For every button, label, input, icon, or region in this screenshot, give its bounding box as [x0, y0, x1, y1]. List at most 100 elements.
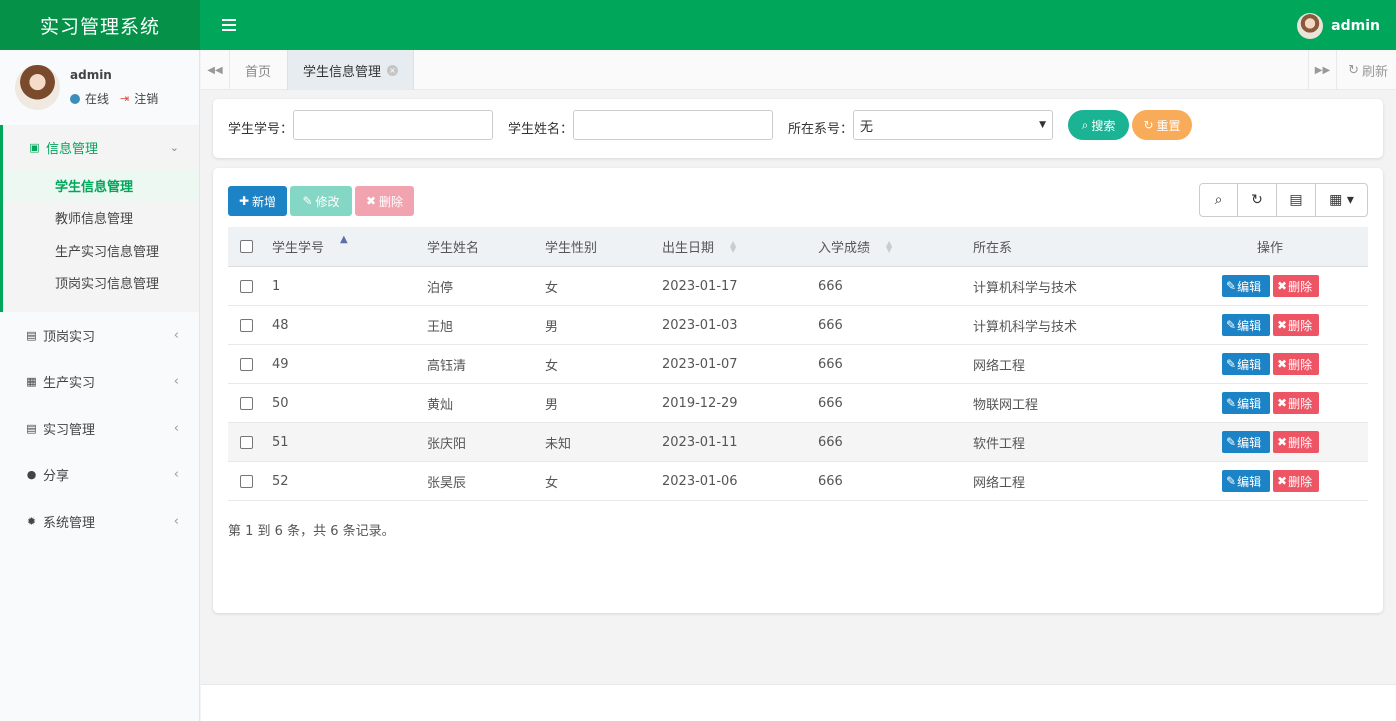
- logout-link[interactable]: 注销: [134, 90, 158, 107]
- sidebar-item-share[interactable]: ● 分享 ‹: [0, 452, 199, 499]
- row-delete-button[interactable]: ✖ 删除: [1273, 275, 1319, 297]
- cell-score: 666: [818, 278, 843, 294]
- col-gender: 学生性别: [545, 241, 598, 256]
- tab-student-info[interactable]: 学生信息管理 ×: [287, 50, 415, 90]
- row-delete-button[interactable]: ✖ 删除: [1273, 470, 1319, 492]
- nav-label: 分享: [43, 469, 70, 485]
- sort-icon[interactable]: ▲ ▼: [730, 240, 736, 254]
- row-delete-button[interactable]: ✖ 删除: [1273, 353, 1319, 375]
- tab-scroll-right-icon[interactable]: ▶▶: [1308, 50, 1337, 90]
- row-delete-label: 删除: [1288, 435, 1313, 450]
- refresh-button[interactable]: ↻ 刷新: [1348, 50, 1388, 90]
- chevron-left-icon: ‹: [173, 374, 179, 390]
- delete-button[interactable]: ✖ 删除: [355, 186, 414, 216]
- cell-student-name: 黄灿: [427, 397, 454, 413]
- row-actions: ✎ 编辑 ✖ 删除: [1222, 353, 1319, 375]
- refresh-icon[interactable]: ↻: [1238, 184, 1277, 216]
- dept-label: 所在系号：: [788, 122, 854, 137]
- cell-gender: 女: [545, 475, 559, 491]
- select-all-checkbox[interactable]: [240, 240, 253, 253]
- cell-score: 666: [818, 473, 843, 489]
- sidebar-item-system-management[interactable]: ✹ 系统管理 ‹: [0, 498, 199, 545]
- col-score[interactable]: 入学成绩: [818, 237, 870, 256]
- user-menu[interactable]: admin: [1297, 13, 1380, 39]
- nav-head-info-management[interactable]: ▣ 信息管理 ⌄: [3, 125, 199, 169]
- row-actions: ✎ 编辑 ✖ 删除: [1222, 275, 1319, 297]
- table-row: 48 王旭 男 2023-01-03 666 计算机科学与技术 ✎ 编辑 ✖ 删除: [228, 306, 1368, 345]
- sidebar: admin 在线 ⇥ 注销 ▣ 信息管理 ⌄ 学生信息管理 教师信息管理 生产实…: [0, 50, 200, 721]
- row-delete-button[interactable]: ✖ 删除: [1273, 314, 1319, 336]
- columns-icon[interactable]: ▦ ▾: [1316, 184, 1367, 216]
- logout-icon[interactable]: ⇥: [120, 92, 129, 105]
- col-dept: 所在系: [973, 241, 1013, 256]
- row-checkbox[interactable]: [240, 279, 253, 293]
- row-edit-label: 编辑: [1237, 474, 1262, 489]
- sidebar-item-placement-internship[interactable]: ▤ 顶岗实习 ‹: [0, 312, 199, 359]
- sort-icon[interactable]: ▲ ▼: [886, 240, 892, 254]
- cell-dept: 物联网工程: [973, 397, 1039, 413]
- cell-student-name: 王旭: [427, 319, 454, 335]
- edit-icon: ✎: [1226, 357, 1237, 371]
- sidebar-item-production-internship[interactable]: ▦ 生产实习 ‹: [0, 359, 199, 406]
- edit-button[interactable]: ✎ 修改: [290, 186, 352, 216]
- chevron-left-icon: ‹: [173, 467, 179, 483]
- row-actions: ✎ 编辑 ✖ 删除: [1222, 431, 1319, 453]
- col-birth[interactable]: 出生日期: [662, 237, 714, 256]
- student-no-input[interactable]: [293, 110, 493, 140]
- tab-scroll-left-icon[interactable]: ◀◀: [201, 50, 230, 90]
- row-edit-button[interactable]: ✎ 编辑: [1222, 392, 1270, 414]
- cell-student-no: 51: [272, 434, 289, 450]
- row-delete-button[interactable]: ✖ 删除: [1273, 392, 1319, 414]
- col-student-name: 学生姓名: [427, 241, 480, 256]
- search-button[interactable]: ⌕ 搜索: [1068, 110, 1129, 140]
- times-icon: ✖: [1277, 318, 1288, 332]
- table-row: 51 张庆阳 未知 2023-01-11 666 软件工程 ✎ 编辑 ✖ 删除: [228, 423, 1368, 462]
- row-delete-label: 删除: [1288, 318, 1313, 333]
- close-icon[interactable]: ×: [387, 64, 399, 76]
- sidebar-item-internship-management[interactable]: ▤ 实习管理 ‹: [0, 405, 199, 452]
- row-edit-label: 编辑: [1237, 318, 1262, 333]
- cell-gender: 男: [545, 319, 559, 335]
- row-checkbox[interactable]: [240, 318, 253, 332]
- row-checkbox[interactable]: [240, 474, 253, 488]
- student-name-input[interactable]: [573, 110, 773, 140]
- tab-home[interactable]: 首页: [230, 50, 286, 90]
- add-button[interactable]: ✚ 新增: [228, 186, 287, 216]
- row-edit-label: 编辑: [1237, 435, 1262, 450]
- edit-button-label: 修改: [315, 194, 340, 209]
- row-delete-button[interactable]: ✖ 删除: [1273, 431, 1319, 453]
- search-icon: ⌕: [1081, 117, 1089, 132]
- times-icon: ✖: [1277, 396, 1288, 410]
- cell-birth: 2023-01-17: [662, 278, 738, 294]
- contact-book-icon: ▣: [29, 140, 40, 154]
- online-dot-icon: [70, 93, 80, 104]
- reset-button[interactable]: ↻ 重置: [1132, 110, 1192, 140]
- sort-asc-icon[interactable]: ▲: [340, 235, 348, 245]
- row-delete-label: 删除: [1288, 279, 1313, 294]
- menu-toggle-icon[interactable]: [222, 14, 244, 36]
- app-logo: 实习管理系统: [0, 0, 200, 50]
- nav-label: 生产实习: [43, 376, 96, 392]
- sidebar-item-teacher-info[interactable]: 教师信息管理: [3, 202, 199, 235]
- search-icon[interactable]: ⌕: [1200, 184, 1238, 216]
- avatar: [1297, 13, 1324, 39]
- row-edit-button[interactable]: ✎ 编辑: [1222, 275, 1270, 297]
- dept-select[interactable]: 无 ▼: [853, 110, 1053, 140]
- row-edit-button[interactable]: ✎ 编辑: [1222, 314, 1270, 336]
- refresh-icon: ↻: [1348, 62, 1359, 78]
- col-student-no[interactable]: 学生学号: [272, 237, 324, 256]
- sidebar-item-student-info[interactable]: 学生信息管理: [3, 169, 199, 202]
- row-checkbox[interactable]: [240, 435, 253, 449]
- cell-gender: 女: [545, 358, 559, 374]
- list-icon[interactable]: ▤: [1277, 184, 1316, 216]
- row-edit-button[interactable]: ✎ 编辑: [1222, 470, 1270, 492]
- row-checkbox[interactable]: [240, 396, 253, 410]
- edit-icon: ✎: [1226, 396, 1237, 410]
- chevron-down-icon: ⌄: [169, 140, 179, 154]
- sidebar-item-placement-internship-info[interactable]: 顶岗实习信息管理: [3, 267, 199, 300]
- row-edit-button[interactable]: ✎ 编辑: [1222, 431, 1270, 453]
- row-edit-label: 编辑: [1237, 396, 1262, 411]
- row-edit-button[interactable]: ✎ 编辑: [1222, 353, 1270, 375]
- row-checkbox[interactable]: [240, 357, 253, 371]
- sidebar-item-production-internship-info[interactable]: 生产实习信息管理: [3, 234, 199, 267]
